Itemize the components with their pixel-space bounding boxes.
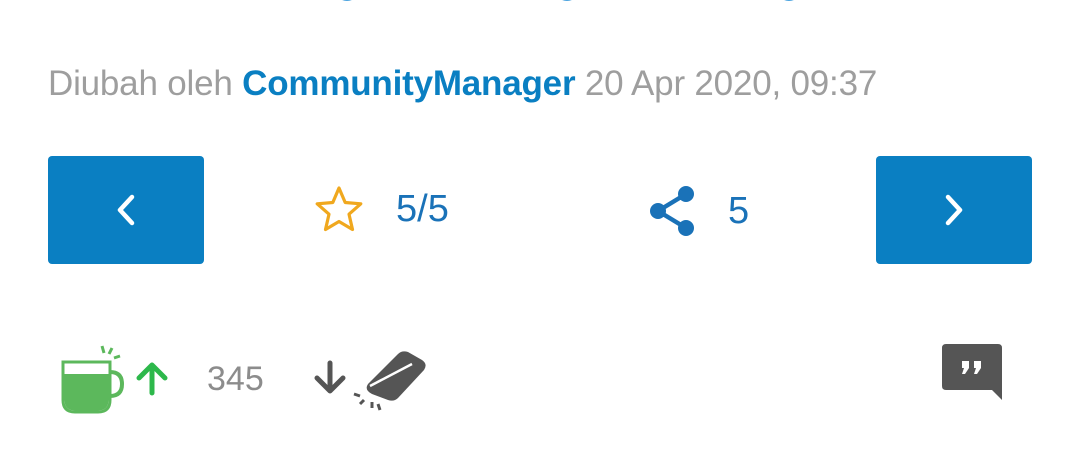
upvote-arrow[interactable] [134,360,170,401]
edited-prefix: Diubah oleh [48,64,233,103]
partial-top-icons [0,0,1080,6]
next-page-button[interactable] [876,156,1032,264]
chevron-right-icon [945,194,963,226]
rating-value: 5/5 [396,188,449,230]
share-count: 5 [728,190,750,232]
rating-button[interactable]: 5/5 [314,185,449,233]
upvote-button[interactable] [60,342,132,419]
share-button[interactable]: 5 [648,185,749,237]
quote-icon [942,344,1002,400]
partial-icon [332,0,362,4]
vote-count: 345 [207,360,264,398]
arrow-down-icon [314,360,346,394]
star-outline-icon [315,186,363,232]
edited-by-line: Diubah oleh CommunityManager 20 Apr 2020… [48,64,877,104]
previous-page-button[interactable] [48,156,204,264]
downvote-arrow[interactable] [312,360,348,401]
quote-button[interactable] [940,342,1004,409]
edited-timestamp: 20 Apr 2020, 09:37 [584,64,878,103]
eraser-icon [353,351,426,411]
arrow-up-icon [136,362,168,396]
partial-icon [774,0,804,4]
share-icon [650,186,694,236]
downvote-button[interactable] [350,346,430,421]
partial-icon [552,0,582,4]
author-link[interactable]: CommunityManager [242,64,575,103]
mug-icon [61,345,125,414]
chevron-left-icon [117,194,135,226]
